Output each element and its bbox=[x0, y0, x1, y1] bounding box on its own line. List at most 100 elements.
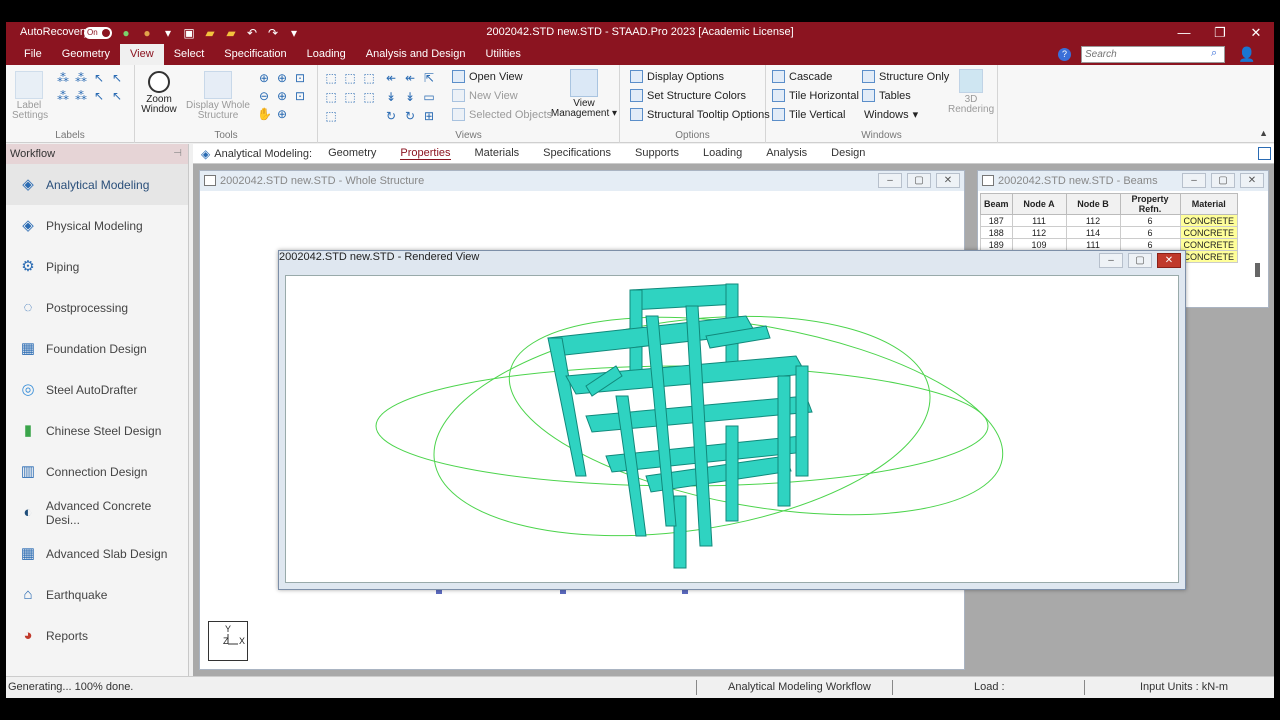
view-iso-icon[interactable]: ⬚ bbox=[324, 109, 338, 123]
workflow-item-piping[interactable]: ⚙ Piping bbox=[6, 246, 188, 287]
rotate-left-icon[interactable]: ↞ bbox=[384, 71, 398, 85]
subtab-design[interactable]: Design bbox=[831, 147, 865, 160]
zoom-dynamic-icon[interactable]: ⊕ bbox=[275, 107, 289, 121]
select-label-icon[interactable]: ↖ bbox=[92, 71, 106, 85]
maximize-icon[interactable]: ▢ bbox=[907, 173, 931, 188]
subtab-analysis[interactable]: Analysis bbox=[766, 147, 807, 160]
subtab-materials[interactable]: Materials bbox=[475, 147, 520, 160]
view-right-icon[interactable]: ⬚ bbox=[362, 71, 376, 85]
workflow-item-analytical-modeling[interactable]: ◈ Analytical Modeling bbox=[6, 164, 188, 205]
selected-objects-button[interactable]: Selected Objects bbox=[452, 108, 552, 121]
select-label-icon[interactable]: ↖ bbox=[92, 89, 106, 103]
rotate-down-icon[interactable]: ↡ bbox=[384, 90, 398, 104]
view-frame-icon[interactable]: ▭ bbox=[422, 90, 436, 104]
workflow-item-advanced-slab-design[interactable]: ▦ Advanced Slab Design bbox=[6, 533, 188, 574]
display-whole-structure-button[interactable]: Display Whole Structure bbox=[181, 71, 255, 121]
subtab-properties[interactable]: Properties bbox=[400, 147, 451, 160]
cascade-button[interactable]: Cascade bbox=[772, 70, 832, 83]
beam-label-icon[interactable]: ⁂ bbox=[74, 71, 88, 85]
view-management-button[interactable]: View Management ▾ bbox=[550, 69, 618, 119]
zoom-out-icon[interactable]: ⊖ bbox=[257, 89, 271, 103]
minimize-icon[interactable]: — bbox=[1166, 22, 1202, 44]
menu-tab-file[interactable]: File bbox=[14, 44, 52, 65]
solid-label-icon[interactable]: ⁂ bbox=[74, 89, 88, 103]
structural-tooltip-options-button[interactable]: Structural Tooltip Options bbox=[630, 108, 770, 121]
pin-icon[interactable]: ⊣ bbox=[173, 144, 182, 164]
windows-dropdown[interactable]: Windows ▾ bbox=[864, 108, 918, 122]
label-settings-button[interactable]: Label Settings bbox=[12, 71, 48, 121]
workflow-item-earthquake[interactable]: ⌂ Earthquake bbox=[6, 574, 188, 615]
minimize-icon[interactable]: – bbox=[1099, 253, 1123, 268]
menu-tab-geometry[interactable]: Geometry bbox=[52, 44, 120, 65]
user-icon[interactable]: 👤 bbox=[1238, 46, 1255, 63]
view-add-icon[interactable]: ⊞ bbox=[422, 109, 436, 123]
rotate-right-icon[interactable]: ↞ bbox=[403, 71, 417, 85]
display-options-button[interactable]: Display Options bbox=[630, 70, 724, 83]
beams-column-header[interactable]: Material bbox=[1179, 193, 1239, 215]
spin-left-icon[interactable]: ↻ bbox=[384, 109, 398, 123]
menu-tab-specification[interactable]: Specification bbox=[214, 44, 296, 65]
new-view-button[interactable]: New View bbox=[452, 89, 518, 102]
spin-right-icon[interactable]: ↻ bbox=[403, 109, 417, 123]
menu-tab-utilities[interactable]: Utilities bbox=[475, 44, 530, 65]
menu-tab-view[interactable]: View bbox=[120, 44, 164, 65]
tile-vertical-button[interactable]: Tile Vertical bbox=[772, 108, 845, 121]
node-label-icon[interactable]: ⁂ bbox=[56, 71, 70, 85]
table-scrollbar[interactable] bbox=[1255, 263, 1260, 277]
subtab-geometry[interactable]: Geometry bbox=[328, 147, 376, 160]
table-row[interactable]: 188 112 114 6 CONCRETE bbox=[980, 226, 1239, 239]
zoom-icon[interactable]: ⊕ bbox=[275, 71, 289, 85]
view-left-icon[interactable]: ⬚ bbox=[324, 90, 338, 104]
maximize-icon[interactable]: ▢ bbox=[1128, 253, 1152, 268]
beams-column-header[interactable]: Property Refn. bbox=[1119, 193, 1181, 215]
menu-tab-analysis-and-design[interactable]: Analysis and Design bbox=[356, 44, 476, 65]
workflow-item-connection-design[interactable]: ▥ Connection Design bbox=[6, 451, 188, 492]
zoom-box-icon[interactable]: ⊡ bbox=[293, 71, 307, 85]
close-icon[interactable]: ✕ bbox=[1157, 253, 1181, 268]
rotate-up-icon[interactable]: ↡ bbox=[403, 90, 417, 104]
view-top-icon[interactable]: ⬚ bbox=[343, 90, 357, 104]
zoom-previous-icon[interactable]: ⊕ bbox=[275, 89, 289, 103]
minimize-icon[interactable]: – bbox=[878, 173, 902, 188]
restore-icon[interactable]: ❐ bbox=[1202, 22, 1238, 44]
view-front-icon[interactable]: ⬚ bbox=[324, 71, 338, 85]
zoom-in-icon[interactable]: ⊕ bbox=[257, 71, 271, 85]
subtab-specifications[interactable]: Specifications bbox=[543, 147, 611, 160]
subtab-loading[interactable]: Loading bbox=[703, 147, 742, 160]
select-label-icon[interactable]: ↖ bbox=[110, 89, 124, 103]
workflow-item-chinese-steel-design[interactable]: ▮ Chinese Steel Design bbox=[6, 410, 188, 451]
close-icon[interactable]: ✕ bbox=[1238, 22, 1274, 44]
open-view-button[interactable]: Open View bbox=[452, 70, 523, 83]
beams-column-header[interactable]: Beam bbox=[980, 193, 1013, 215]
3d-rendering-button[interactable]: 3D Rendering bbox=[948, 69, 994, 115]
beams-column-header[interactable]: Node B bbox=[1065, 193, 1121, 215]
minimize-icon[interactable]: – bbox=[1182, 173, 1206, 188]
workflow-item-advanced-concrete-desi[interactable]: ◐ Advanced Concrete Desi... bbox=[6, 492, 188, 533]
select-label-icon[interactable]: ↖ bbox=[110, 71, 124, 85]
rendered-view-window[interactable]: 2002042.STD new.STD - Rendered View – ▢ … bbox=[278, 250, 1186, 590]
search-icon[interactable]: ⌕ bbox=[1211, 47, 1217, 60]
rotate-select-icon[interactable]: ⇱ bbox=[422, 71, 436, 85]
workflow-item-foundation-design[interactable]: ▦ Foundation Design bbox=[6, 328, 188, 369]
workflow-item-steel-autodrafter[interactable]: ◎ Steel AutoDrafter bbox=[6, 369, 188, 410]
zoom-extents-icon[interactable]: ⊡ bbox=[293, 89, 307, 103]
set-structure-colors-button[interactable]: Set Structure Colors bbox=[630, 89, 746, 102]
maximize-icon[interactable]: ▢ bbox=[1211, 173, 1235, 188]
close-icon[interactable]: ✕ bbox=[936, 173, 960, 188]
structure-only-button[interactable]: Structure Only bbox=[862, 70, 949, 83]
close-icon[interactable]: ✕ bbox=[1240, 173, 1264, 188]
help-icon[interactable]: ? bbox=[1058, 48, 1071, 61]
subtab-supports[interactable]: Supports bbox=[635, 147, 679, 160]
workflow-item-reports[interactable]: ◕ Reports bbox=[6, 615, 188, 656]
pan-icon[interactable]: ✋ bbox=[257, 107, 272, 121]
panel-toggle-icon[interactable] bbox=[1258, 147, 1271, 160]
workflow-item-postprocessing[interactable]: ◌ Postprocessing bbox=[6, 287, 188, 328]
table-row[interactable]: 189 109 111 6 CONCRETE bbox=[980, 238, 1239, 251]
workflow-item-physical-modeling[interactable]: ◈ Physical Modeling bbox=[6, 205, 188, 246]
collapse-ribbon-icon[interactable]: ▲ bbox=[1259, 128, 1268, 138]
tile-horizontal-button[interactable]: Tile Horizontal bbox=[772, 89, 859, 102]
view-bottom-icon[interactable]: ⬚ bbox=[362, 90, 376, 104]
menu-tab-select[interactable]: Select bbox=[164, 44, 215, 65]
view-back-icon[interactable]: ⬚ bbox=[343, 71, 357, 85]
table-row[interactable]: 187 111 112 6 CONCRETE bbox=[980, 214, 1239, 227]
